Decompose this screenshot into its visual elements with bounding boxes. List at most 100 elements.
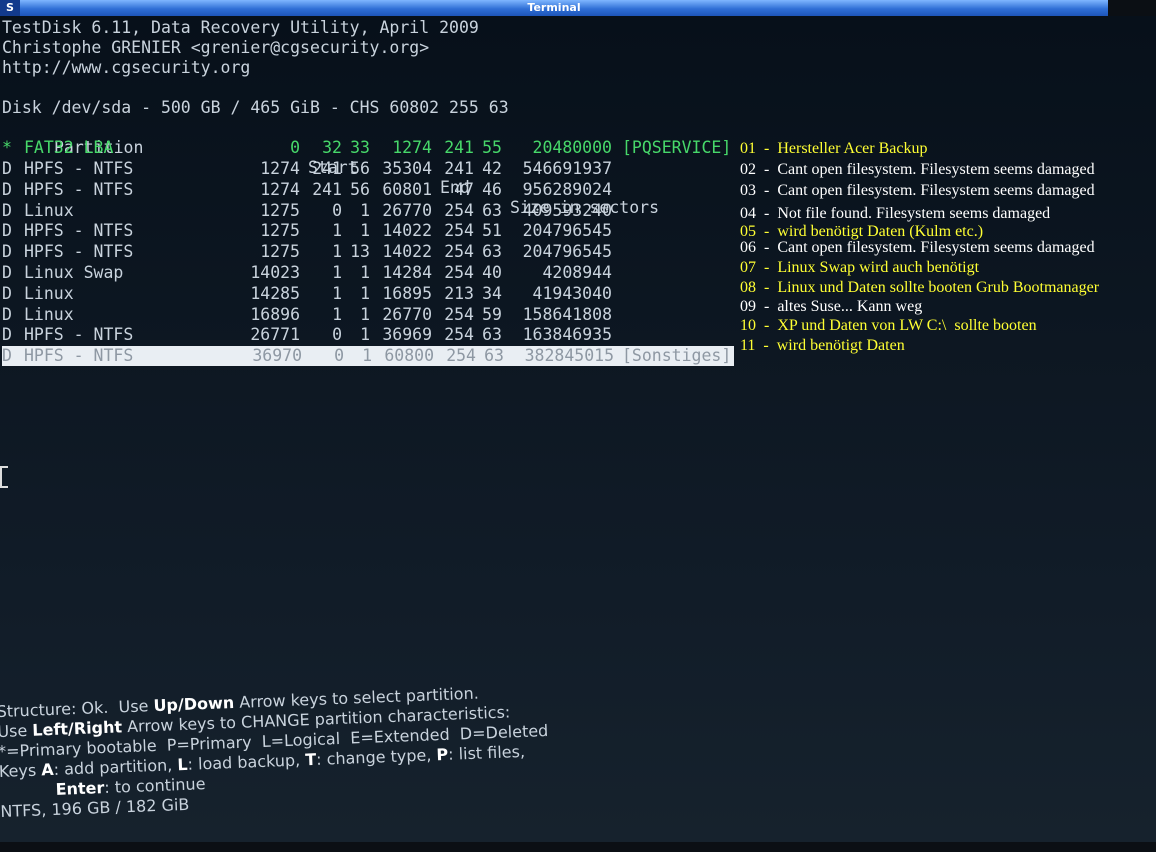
cell-type: Linux bbox=[24, 284, 74, 303]
app-title-line: TestDisk 6.11, Data Recovery Utility, Ap… bbox=[2, 18, 479, 37]
annotation-item: 11 - wird benötigt Daten bbox=[740, 337, 905, 354]
cell-e-h: 254 bbox=[444, 242, 474, 261]
cell-size: 41943040 bbox=[532, 284, 612, 303]
table-row[interactable]: D HPFS - NTFS 26771 0 1 36969 254 63 163846935 bbox=[2, 325, 732, 345]
cell-s-s: 33 bbox=[350, 138, 370, 157]
table-row[interactable]: D Linux Swap 14023 1 1 14284 254 40 4208944 bbox=[2, 263, 732, 283]
cell-e-h: 254 bbox=[444, 305, 474, 324]
cell-s-c: 0 bbox=[290, 138, 300, 157]
cell-e-h: 254 bbox=[444, 201, 474, 220]
cell-s-h: 0 bbox=[334, 346, 344, 365]
cell-s-h: 1 bbox=[332, 263, 342, 282]
cell-type: HPFS - NTFS bbox=[24, 221, 134, 240]
cell-s-h: 1 bbox=[332, 305, 342, 324]
cell-e-s: 55 bbox=[482, 138, 502, 157]
cell-flag: D bbox=[2, 221, 12, 240]
table-row[interactable]: D HPFS - NTFS 36970 0 1 60800 254 63 382845015 [S… bbox=[2, 346, 734, 366]
annotation-item: 03 - Cant open filesystem. Filesystem se… bbox=[740, 182, 1095, 199]
author-line: Christophe GRENIER <grenier@cgsecurity.o… bbox=[2, 38, 430, 57]
cell-e-c: 14022 bbox=[382, 242, 432, 261]
cell-size: 956289024 bbox=[522, 180, 612, 199]
cell-flag: D bbox=[2, 159, 12, 178]
cell-s-s: 1 bbox=[360, 201, 370, 220]
cell-e-c: 36969 bbox=[382, 325, 432, 344]
cell-size: 546691937 bbox=[522, 159, 612, 178]
cell-s-s: 13 bbox=[350, 242, 370, 261]
cell-s-c: 1275 bbox=[260, 242, 300, 261]
cell-e-h: 254 bbox=[444, 325, 474, 344]
cell-flag: D bbox=[2, 305, 12, 324]
cell-s-c: 14285 bbox=[250, 284, 300, 303]
cell-label: [Sonstiges] bbox=[622, 346, 732, 365]
cell-s-s: 1 bbox=[360, 325, 370, 344]
cell-s-c: 1275 bbox=[260, 221, 300, 240]
cell-flag: D bbox=[2, 201, 12, 220]
cell-type: HPFS - NTFS bbox=[24, 346, 134, 365]
table-row[interactable]: * FAT32 LBA 0 32 33 1274 241 55 20480000 [PQSERVI… bbox=[2, 138, 732, 158]
cell-s-c: 1274 bbox=[260, 180, 300, 199]
cell-size: 382845015 bbox=[524, 346, 614, 365]
table-header: Partition Start End Size in sectors bbox=[2, 118, 702, 217]
cell-e-c: 60801 bbox=[382, 180, 432, 199]
annotation-item: 01 - Hersteller Acer Backup bbox=[740, 140, 928, 157]
table-row[interactable]: D HPFS - NTFS 1274 241 56 60801 47 46 956289024 bbox=[2, 180, 732, 200]
table-row[interactable]: D Linux 16896 1 1 26770 254 59 158641808 bbox=[2, 305, 732, 325]
cell-s-s: 1 bbox=[360, 221, 370, 240]
table-row[interactable]: D Linux 14285 1 1 16895 213 34 41943040 bbox=[2, 284, 732, 304]
terminal-screen[interactable]: TestDisk 6.11, Data Recovery Utility, Ap… bbox=[0, 16, 1156, 842]
cell-s-s: 1 bbox=[360, 305, 370, 324]
cell-e-h: 254 bbox=[444, 221, 474, 240]
cell-s-s: 1 bbox=[362, 346, 372, 365]
annotation-item: 04 - Not file found. Filesystem seems da… bbox=[740, 205, 1051, 222]
cell-flag: D bbox=[2, 346, 12, 365]
cell-flag: D bbox=[2, 284, 12, 303]
table-row[interactable]: D HPFS - NTFS 1274 241 56 35304 241 42 546691937 bbox=[2, 159, 732, 179]
cell-type: Linux bbox=[24, 305, 74, 324]
cell-s-c: 14023 bbox=[250, 263, 300, 282]
table-row[interactable]: D HPFS - NTFS 1275 1 1 14022 254 51 204796545 bbox=[2, 221, 732, 241]
cell-s-h: 32 bbox=[322, 138, 342, 157]
window-title: Terminal bbox=[527, 1, 581, 14]
cell-e-s: 34 bbox=[482, 284, 502, 303]
cell-type: HPFS - NTFS bbox=[24, 180, 134, 199]
cell-e-s: 51 bbox=[482, 221, 502, 240]
annotation-item: 06 - Cant open filesystem. Filesystem se… bbox=[740, 239, 1095, 256]
cell-flag: * bbox=[2, 138, 12, 157]
cell-s-c: 1275 bbox=[260, 201, 300, 220]
cell-s-h: 0 bbox=[332, 201, 342, 220]
cell-e-h: 254 bbox=[446, 346, 476, 365]
cell-size: 204796545 bbox=[522, 242, 612, 261]
cell-s-c: 36970 bbox=[252, 346, 302, 365]
help-footer: Structure: Ok. Use Up/Down Arrow keys to… bbox=[0, 673, 761, 852]
system-menu-icon[interactable]: S bbox=[0, 0, 20, 16]
cell-type: HPFS - NTFS bbox=[24, 242, 134, 261]
cell-type: HPFS - NTFS bbox=[24, 159, 134, 178]
cell-e-s: 40 bbox=[482, 263, 502, 282]
cell-e-h: 241 bbox=[444, 159, 474, 178]
cell-label: [PQSERVICE] bbox=[622, 138, 732, 157]
cell-e-s: 63 bbox=[482, 242, 502, 261]
annotation-item: 02 - Cant open filesystem. Filesystem se… bbox=[740, 161, 1095, 178]
cell-s-h: 241 bbox=[312, 159, 342, 178]
cell-size: 4208944 bbox=[542, 263, 612, 282]
cell-e-s: 63 bbox=[484, 346, 504, 365]
cell-size: 204796545 bbox=[522, 221, 612, 240]
cell-e-c: 35304 bbox=[382, 159, 432, 178]
table-row[interactable]: D HPFS - NTFS 1275 1 13 14022 254 63 204796545 bbox=[2, 242, 732, 262]
cell-s-h: 241 bbox=[312, 180, 342, 199]
cell-s-h: 1 bbox=[332, 242, 342, 261]
cell-s-h: 1 bbox=[332, 284, 342, 303]
cell-s-c: 26771 bbox=[250, 325, 300, 344]
cell-e-h: 254 bbox=[444, 263, 474, 282]
cell-type: HPFS - NTFS bbox=[24, 325, 134, 344]
cell-e-c: 14022 bbox=[382, 221, 432, 240]
cell-s-h: 0 bbox=[332, 325, 342, 344]
footer-fs-info: NTFS, 196 GB / 182 GiB bbox=[0, 794, 190, 822]
website-line: http://www.cgsecurity.org bbox=[2, 58, 251, 77]
cell-e-c: 60800 bbox=[384, 346, 434, 365]
cell-e-c: 16895 bbox=[382, 284, 432, 303]
cell-size: 163846935 bbox=[522, 325, 612, 344]
table-row[interactable]: D Linux 1275 0 1 26770 254 63 409593240 bbox=[2, 201, 732, 221]
cell-s-s: 1 bbox=[360, 284, 370, 303]
cell-flag: D bbox=[2, 242, 12, 261]
